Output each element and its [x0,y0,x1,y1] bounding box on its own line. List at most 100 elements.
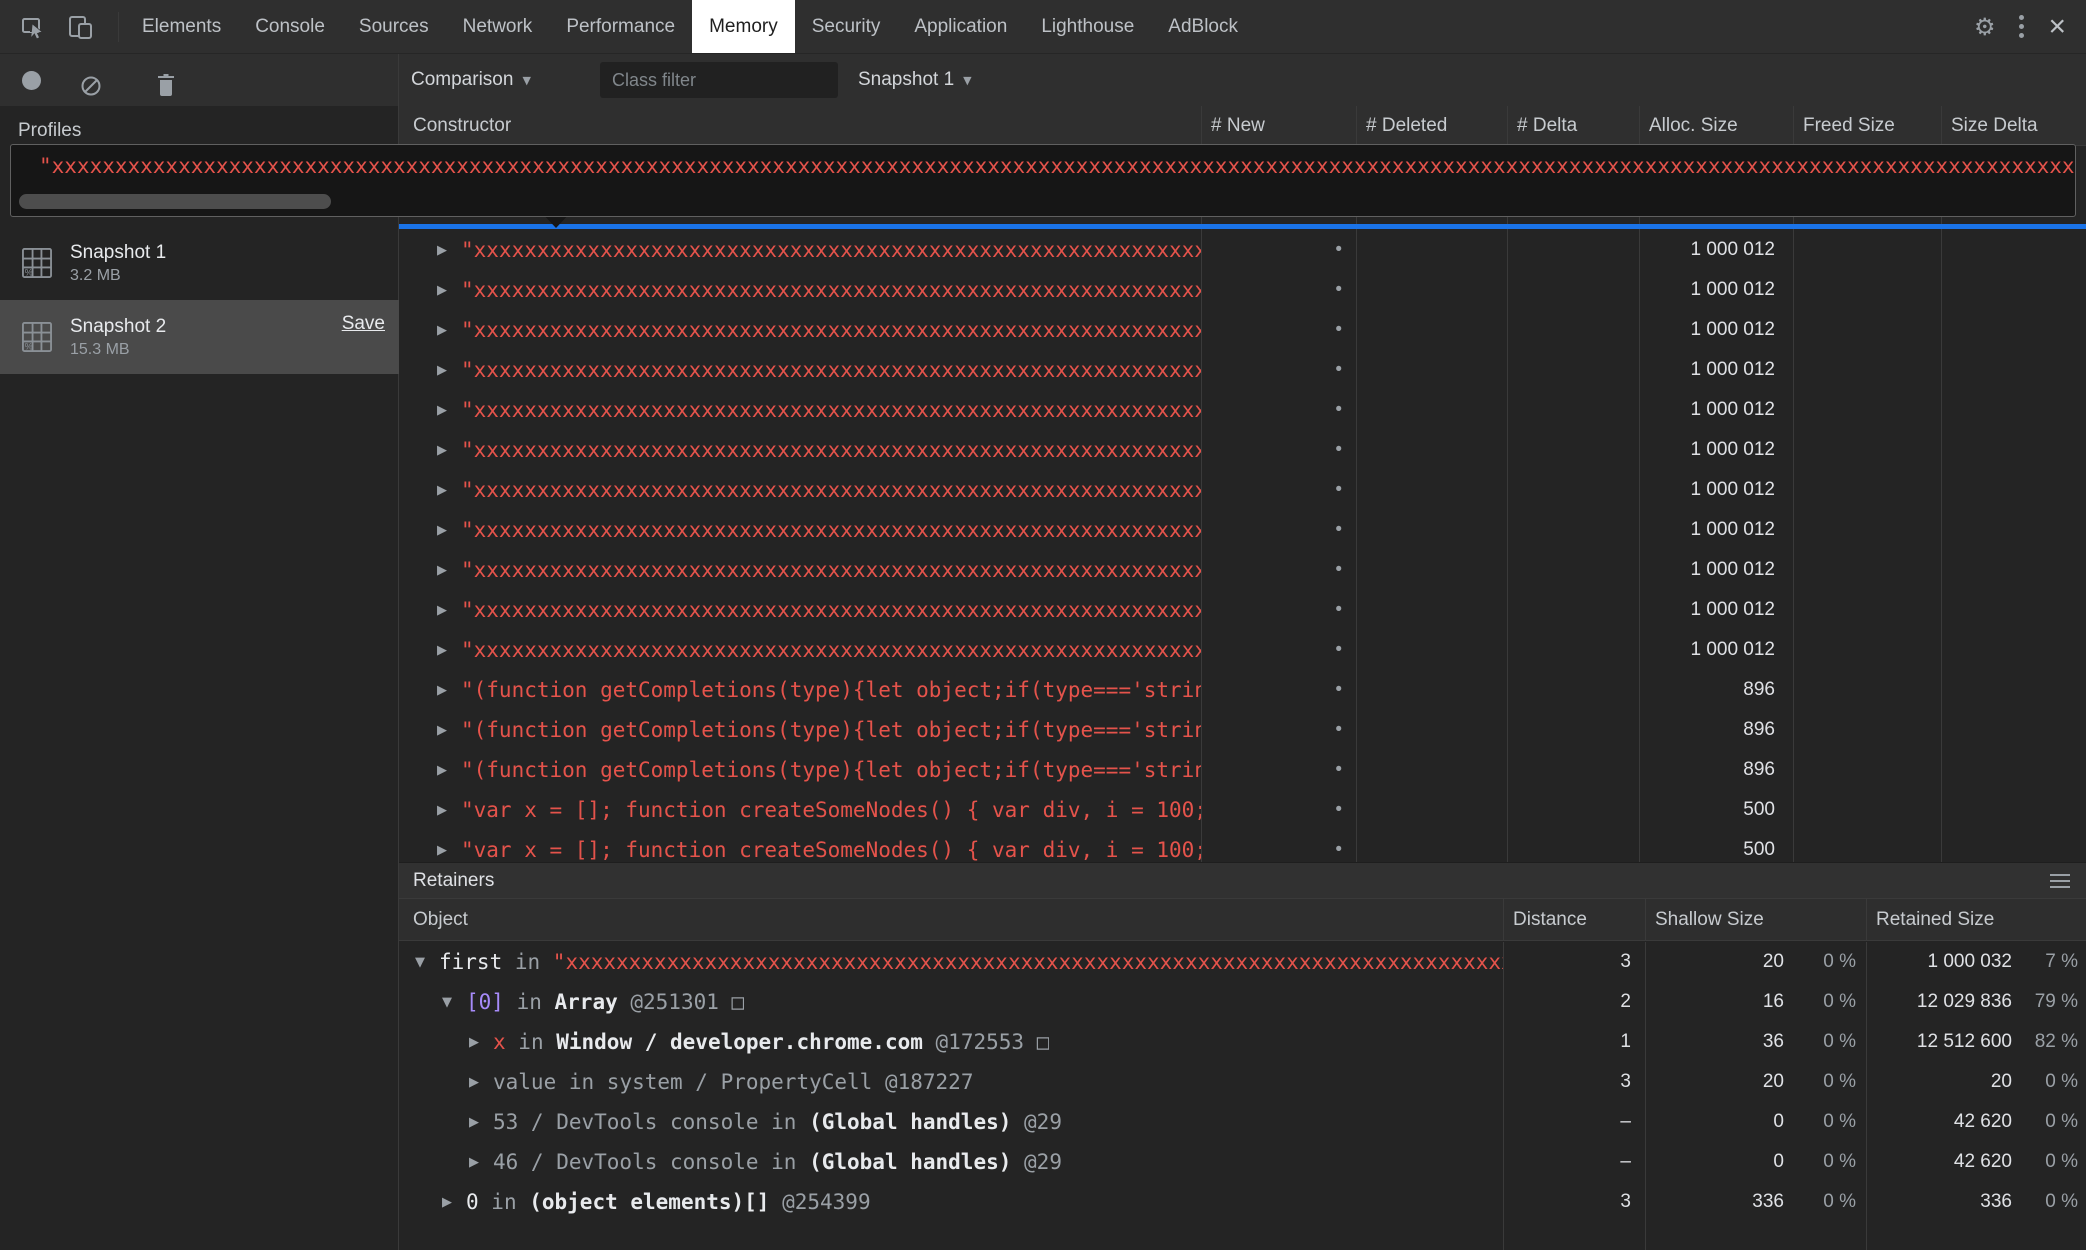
clear-profiles-icon[interactable] [74,69,108,103]
retainers-column-header-retained-size[interactable]: Retained Size [1866,899,2086,940]
settings-gear-icon[interactable]: ⚙ [1974,13,1996,41]
new-count-cell: • [1201,590,1356,630]
freed-size-cell [1793,310,1941,350]
column-header--delta[interactable]: # Delta [1507,106,1639,145]
retainer-row[interactable]: ▶46 / DevTools console in (Global handle… [399,1142,2086,1182]
tooltip-string-value: "xxxxxxxxxxxxxxxxxxxxxxxxxxxxxxxxxxxxxxx… [11,145,2075,178]
retainers-column-header-distance[interactable]: Distance [1503,899,1645,940]
tab-security[interactable]: Security [795,0,898,53]
disclosure-triangle-icon[interactable]: ▶ [437,723,461,738]
freed-size-cell [1793,590,1941,630]
disclosure-triangle-icon[interactable]: ▶ [437,323,461,338]
retainer-row[interactable]: ▶53 / DevTools console in (Global handle… [399,1102,2086,1142]
base-snapshot-select[interactable]: Snapshot 1 ▼ [858,54,972,106]
tab-lighthouse[interactable]: Lighthouse [1024,0,1151,53]
column-header--new[interactable]: # New [1201,106,1356,145]
disclosure-triangle-icon[interactable]: ▶ [437,843,461,858]
sidebar-item-snapshot-2[interactable]: % Snapshot 2 15.3 MB Save [0,300,399,374]
deleted-count-cell [1356,710,1507,750]
tooltip-scrollbar-thumb[interactable] [19,194,331,209]
alloc-size-cell: 1 000 012 [1639,550,1793,590]
disclosure-triangle-icon[interactable]: ▶ [437,523,461,538]
disclosure-triangle-icon[interactable]: ▶ [469,1115,493,1130]
disclosure-triangle-icon[interactable]: ▶ [437,763,461,778]
heap-grid-row[interactable]: ▶"xxxxxxxxxxxxxxxxxxxxxxxxxxxxxxxxxxxxxx… [399,630,2086,670]
deleted-count-cell [1356,230,1507,270]
tabbar-right-icons: ⚙ × [1974,0,2086,53]
disclosure-triangle-icon[interactable]: ▼ [442,995,466,1010]
heap-grid-row[interactable]: ▶"var x = []; function createSomeNodes()… [399,830,2086,862]
shallow-size-cell: 360 % [1645,1022,1866,1062]
column-header-size-delta[interactable]: Size Delta [1941,106,2086,145]
shallow-size-percent: 0 % [1784,991,1866,1013]
heap-grid-row[interactable]: ▶"(function getCompletions(type){let obj… [399,750,2086,790]
disclosure-triangle-icon[interactable]: ▶ [437,443,461,458]
sidebar-item-snapshot-1[interactable]: % Snapshot 1 3.2 MB [0,226,399,300]
column-header-alloc-size[interactable]: Alloc. Size [1639,106,1793,145]
record-heap-snapshot-button[interactable] [22,71,41,90]
column-header--deleted[interactable]: # Deleted [1356,106,1507,145]
tab-memory[interactable]: Memory [692,0,795,53]
toolbar-divider [398,54,399,106]
column-header-freed-size[interactable]: Freed Size [1793,106,1941,145]
retainers-column-header-shallow-size[interactable]: Shallow Size [1645,899,1866,940]
tab-application[interactable]: Application [897,0,1024,53]
disclosure-triangle-icon[interactable]: ▶ [437,363,461,378]
disclosure-triangle-icon[interactable]: ▶ [469,1155,493,1170]
disclosure-triangle-icon[interactable]: ▶ [437,683,461,698]
retainer-row[interactable]: ▶value in system / PropertyCell @1872273… [399,1062,2086,1102]
heap-grid-row[interactable]: ▶"xxxxxxxxxxxxxxxxxxxxxxxxxxxxxxxxxxxxxx… [399,310,2086,350]
retainers-column-header-object[interactable]: Object [399,899,1503,940]
freed-size-cell [1793,270,1941,310]
disclosure-triangle-icon[interactable]: ▶ [437,563,461,578]
class-filter-input[interactable] [600,62,838,98]
hamburger-menu-icon[interactable] [2050,874,2070,888]
retainer-row[interactable]: ▶0 in (object elements)[] @25439933360 %… [399,1182,2086,1222]
disclosure-triangle-icon[interactable]: ▶ [437,283,461,298]
shallow-size-value: 336 [1645,1191,1784,1213]
heap-grid-row[interactable]: ▶"xxxxxxxxxxxxxxxxxxxxxxxxxxxxxxxxxxxxxx… [399,430,2086,470]
column-header-constructor[interactable]: Constructor [399,106,1201,145]
perspective-select[interactable]: Comparison ▼ [411,54,531,106]
tab-network[interactable]: Network [446,0,550,53]
device-toolbar-icon[interactable] [64,10,98,44]
tab-performance[interactable]: Performance [549,0,692,53]
retainer-row[interactable]: ▶x in Window / developer.chrome.com @172… [399,1022,2086,1062]
retainer-row[interactable]: ▼first in "xxxxxxxxxxxxxxxxxxxxxxxxxxxxx… [399,942,2086,982]
disclosure-triangle-icon[interactable]: ▶ [442,1195,466,1210]
tab-sources[interactable]: Sources [342,0,446,53]
tab-elements[interactable]: Elements [125,0,238,53]
disclosure-triangle-icon[interactable]: ▶ [437,603,461,618]
heap-grid-row[interactable]: ▶"xxxxxxxxxxxxxxxxxxxxxxxxxxxxxxxxxxxxxx… [399,350,2086,390]
heap-grid-row[interactable]: ▶"xxxxxxxxxxxxxxxxxxxxxxxxxxxxxxxxxxxxxx… [399,550,2086,590]
heap-grid-row[interactable]: ▶"(function getCompletions(type){let obj… [399,710,2086,750]
disclosure-triangle-icon[interactable]: ▶ [437,243,461,258]
inspect-element-icon[interactable] [16,10,50,44]
heap-grid-row[interactable]: ▶"xxxxxxxxxxxxxxxxxxxxxxxxxxxxxxxxxxxxxx… [399,590,2086,630]
heap-grid-row[interactable]: ▶"var x = []; function createSomeNodes()… [399,790,2086,830]
more-options-icon[interactable] [2019,15,2024,38]
heap-grid-row[interactable]: ▶"xxxxxxxxxxxxxxxxxxxxxxxxxxxxxxxxxxxxxx… [399,470,2086,510]
heap-grid-row[interactable]: ▶"xxxxxxxxxxxxxxxxxxxxxxxxxxxxxxxxxxxxxx… [399,230,2086,270]
retainer-row[interactable]: ▼[0] in Array @251301 □2160 %12 029 8367… [399,982,2086,1022]
heap-grid-row[interactable]: ▶"xxxxxxxxxxxxxxxxxxxxxxxxxxxxxxxxxxxxxx… [399,390,2086,430]
tab-adblock[interactable]: AdBlock [1151,0,1255,53]
disclosure-triangle-icon[interactable]: ▶ [437,483,461,498]
disclosure-triangle-icon[interactable]: ▶ [469,1035,493,1050]
delete-profile-trash-icon[interactable] [149,68,183,102]
save-snapshot-link[interactable]: Save [342,313,385,335]
close-icon[interactable]: × [2048,12,2066,42]
heap-grid-row[interactable]: ▶"xxxxxxxxxxxxxxxxxxxxxxxxxxxxxxxxxxxxxx… [399,510,2086,550]
disclosure-triangle-icon[interactable]: ▶ [469,1075,493,1090]
heap-grid-row[interactable]: ▶"xxxxxxxxxxxxxxxxxxxxxxxxxxxxxxxxxxxxxx… [399,270,2086,310]
freed-size-cell [1793,750,1941,790]
disclosure-triangle-icon[interactable]: ▶ [437,803,461,818]
heap-grid-row[interactable]: ▶"(function getCompletions(type){let obj… [399,670,2086,710]
disclosure-triangle-icon[interactable]: ▼ [415,955,439,970]
disclosure-triangle-icon[interactable]: ▶ [437,643,461,658]
disclosure-triangle-icon[interactable]: ▶ [437,403,461,418]
freed-size-cell [1793,550,1941,590]
selected-row-indicator [399,224,2086,229]
tab-console[interactable]: Console [238,0,342,53]
deleted-count-cell [1356,430,1507,470]
